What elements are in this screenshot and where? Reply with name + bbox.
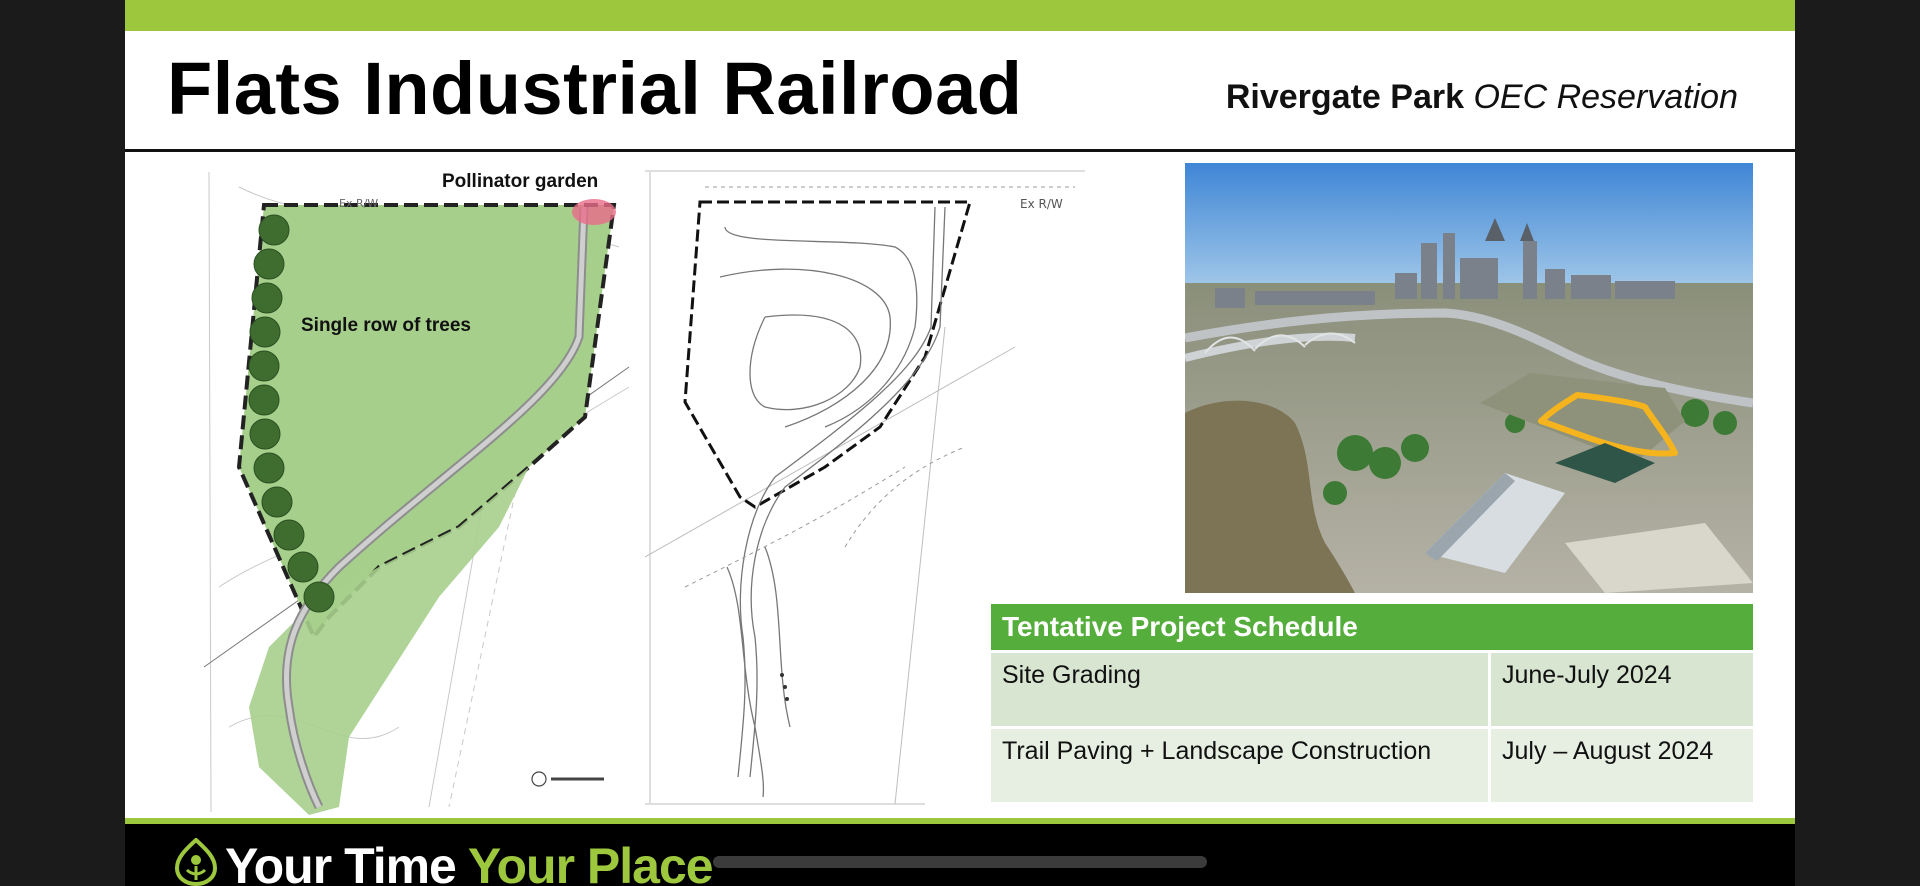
title-divider	[125, 149, 1795, 152]
brand-text-white: Your Time	[225, 838, 468, 886]
site-plan-row-label: Ex R/W	[339, 197, 378, 210]
slide-subtitle: Rivergate Park OEC Reservation	[1226, 76, 1738, 118]
schedule-task-cell: Trail Paving + Landscape Construction	[991, 729, 1488, 802]
leaf-logo-icon	[174, 838, 218, 886]
brand-wordmark: Your Time Your Place	[225, 834, 714, 886]
schedule-dates-cell: July – August 2024	[1491, 729, 1753, 802]
schedule-header: Tentative Project Schedule	[991, 604, 1753, 650]
brand-logo: Your Time Your Place	[173, 838, 714, 886]
slide-title: Flats Industrial Railroad	[167, 47, 1023, 130]
schedule-task-cell: Site Grading	[991, 653, 1488, 726]
home-indicator[interactable]	[713, 856, 1207, 868]
slide: Flats Industrial Railroad Rivergate Park…	[125, 0, 1795, 886]
tree-row-label: Single row of trees	[301, 315, 471, 336]
grading-plan-row-label: Ex R/W	[1020, 197, 1063, 211]
subtitle-reservation: OEC Reservation	[1473, 78, 1738, 116]
schedule-table: Tentative Project Schedule Site Grading …	[991, 604, 1753, 802]
brand-text-green: Your Place	[467, 838, 714, 886]
table-row: Trail Paving + Landscape Construction Ju…	[991, 729, 1753, 802]
table-row: Site Grading June-July 2024	[991, 653, 1753, 726]
site-plan-drawing: Ex R/W	[199, 167, 639, 817]
top-accent-bar	[125, 0, 1795, 31]
pollinator-garden-label: Pollinator garden	[442, 171, 599, 192]
aerial-photo	[1185, 163, 1753, 593]
schedule-dates-cell: June-July 2024	[1491, 653, 1753, 726]
subtitle-park-name: Rivergate Park	[1225, 78, 1464, 116]
